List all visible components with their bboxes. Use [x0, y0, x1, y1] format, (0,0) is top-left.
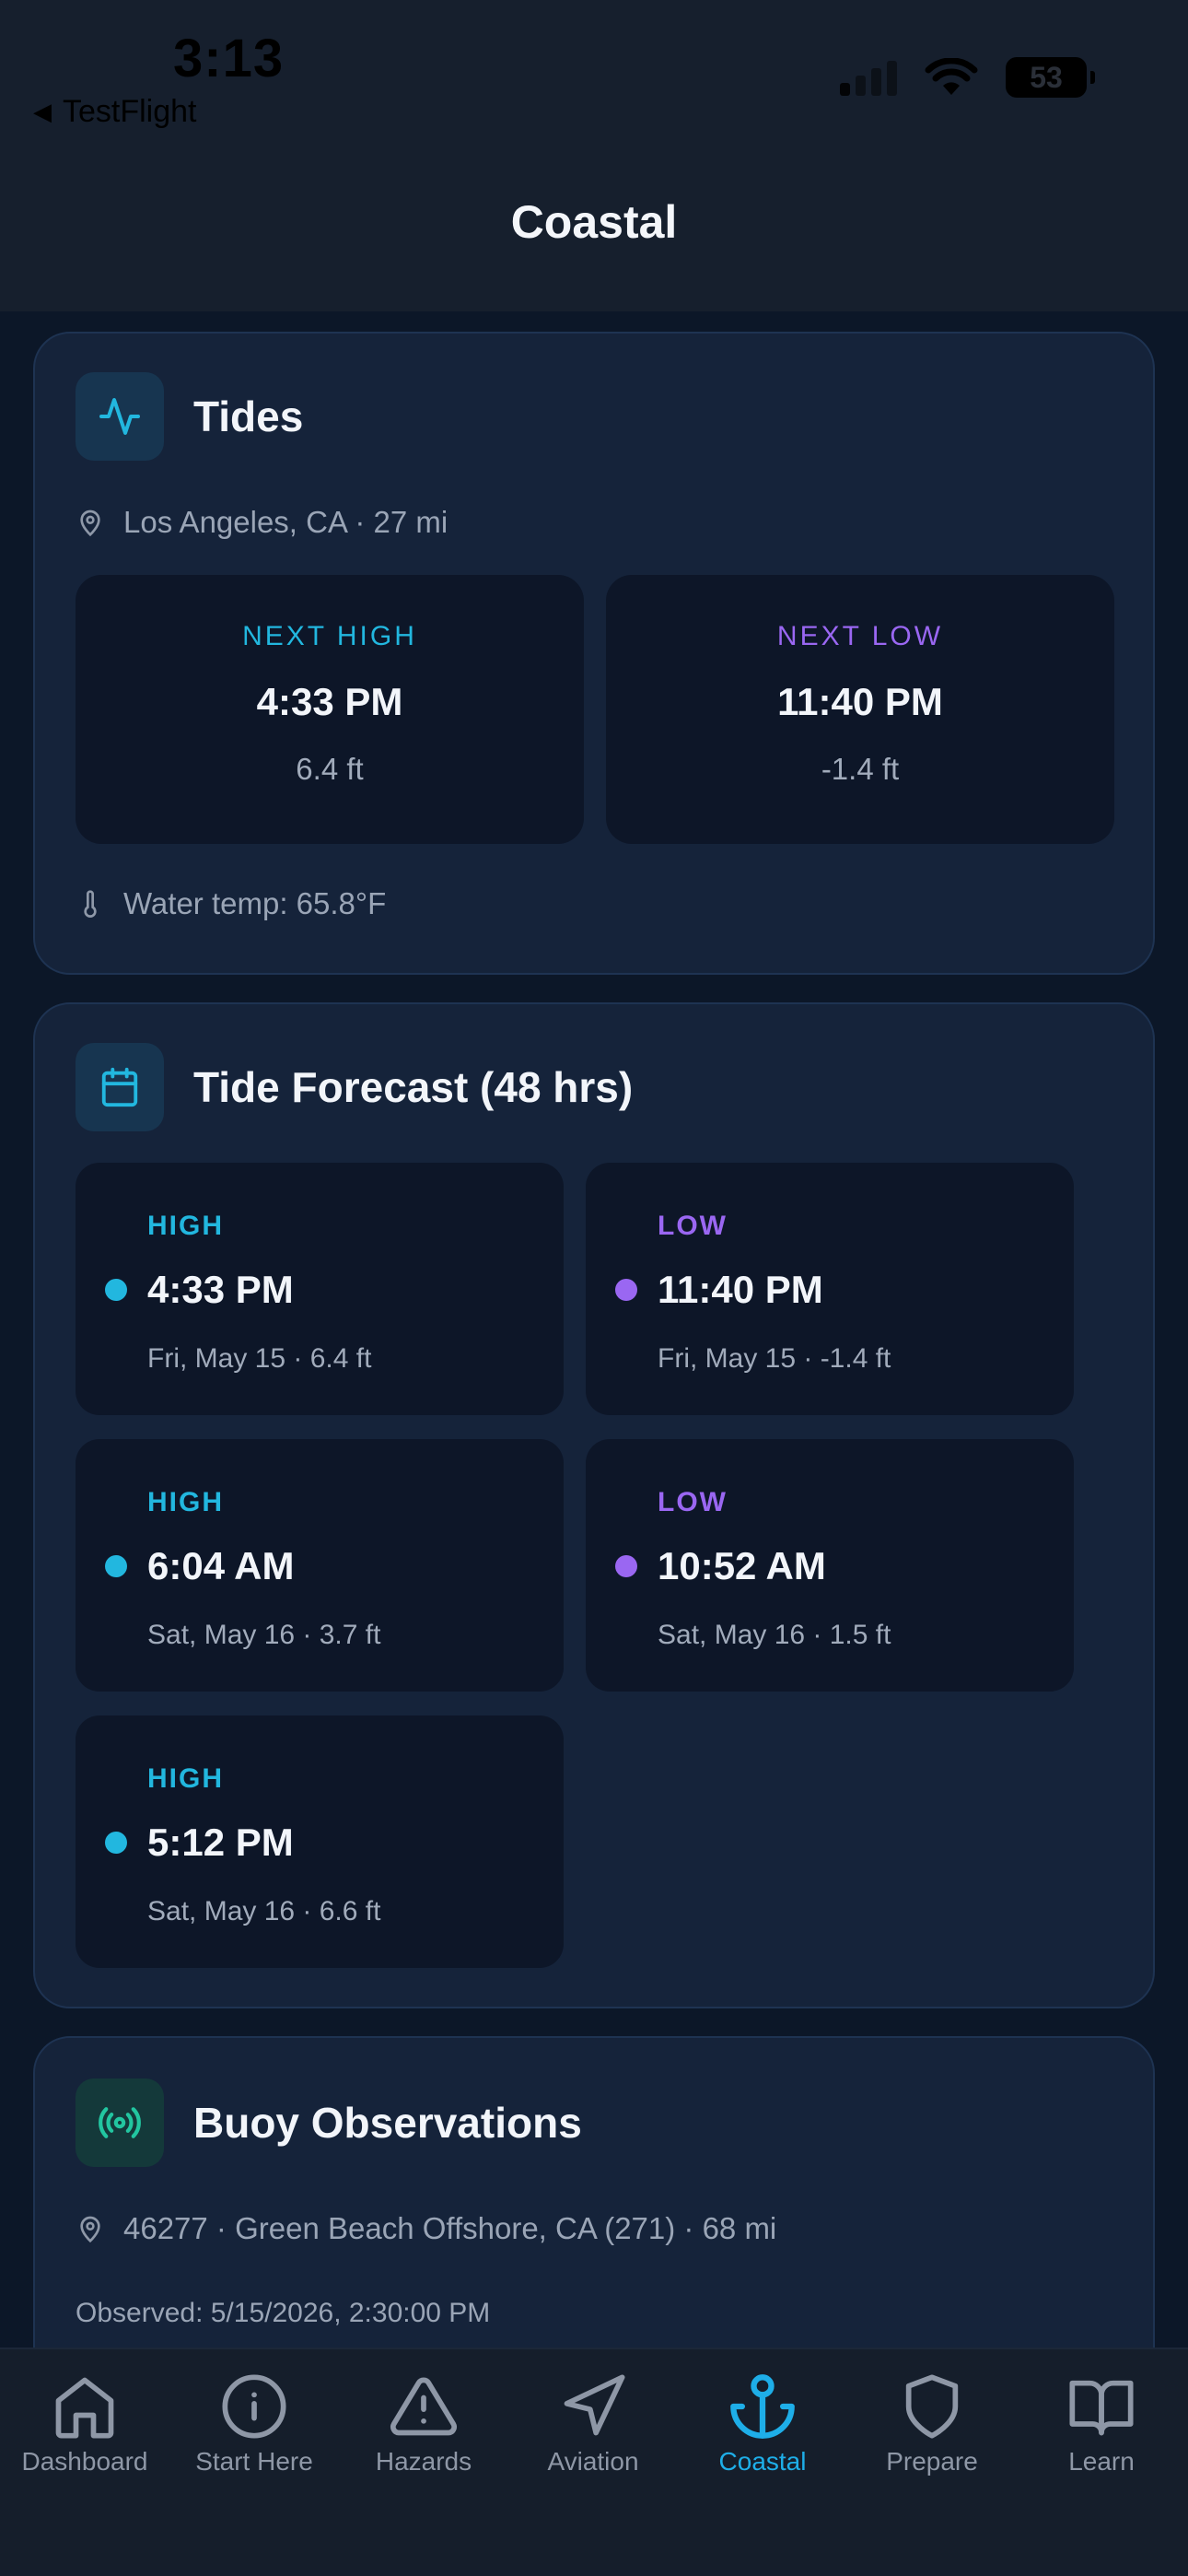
buoy-station-text: 46277 · Green Beach Offshore, CA (271) ·…: [123, 2211, 777, 2245]
status-time: 3:13: [173, 29, 285, 88]
tides-card: Tides Los Angeles, CA · 27 mi NEXT HIGH …: [33, 332, 1155, 975]
info-icon: [222, 2374, 286, 2439]
forecast-detail: Fri, May 15 · -1.4 ft: [658, 1343, 891, 1374]
back-label: TestFlight: [63, 94, 197, 129]
forecast-time: 6:04 AM: [147, 1544, 295, 1587]
page-title: Coastal: [510, 196, 678, 248]
battery-icon: 53: [1006, 57, 1095, 98]
next-low-time: 11:40 PM: [777, 680, 943, 723]
back-to-app-link[interactable]: ◀ TestFlight: [33, 94, 197, 130]
warning-icon: [390, 2377, 457, 2436]
back-triangle-icon: ◀: [33, 98, 52, 125]
tab-label: Coastal: [718, 2447, 807, 2476]
forecast-card-header: Tide Forecast (48 hrs): [76, 1043, 633, 1131]
forecast-title: Tide Forecast (48 hrs): [193, 1063, 634, 1111]
battery-level: 53: [1030, 60, 1063, 94]
buoy-observed: Observed: 5/15/2026, 2:30:00 PM: [76, 2298, 491, 2328]
next-high-label: NEXT HIGH: [242, 621, 417, 651]
water-temp: Water temp: 65.8°F: [76, 886, 386, 921]
tab-label: Aviation: [547, 2447, 639, 2476]
tab-bar: Dashboard Start Here Hazards Aviation Co…: [0, 2348, 1188, 2576]
high-dot-icon: [105, 1832, 127, 1854]
cellular-signal-icon: [840, 59, 897, 96]
forecast-type: LOW: [658, 1211, 728, 1241]
top-bar: 3:13 ◀ TestFlight 53 Coastal: [0, 0, 1188, 311]
tab-start-here[interactable]: Start Here: [169, 2371, 339, 2476]
thermometer-icon: [84, 890, 97, 918]
next-high-height: 6.4 ft: [296, 752, 364, 786]
forecast-detail: Sat, May 16 · 3.7 ft: [147, 1620, 381, 1650]
forecast-time: 11:40 PM: [658, 1268, 823, 1311]
high-dot-icon: [105, 1555, 127, 1577]
tab-label: Learn: [1068, 2447, 1135, 2476]
tab-label: Hazards: [375, 2447, 472, 2476]
next-low-label: NEXT LOW: [776, 621, 944, 651]
tab-label: Dashboard: [21, 2447, 148, 2476]
tides-location-text: Los Angeles, CA · 27 mi: [123, 505, 448, 539]
next-low-height: -1.4 ft: [821, 752, 900, 786]
forecast-detail: Sat, May 16 · 1.5 ft: [658, 1620, 891, 1650]
tab-learn[interactable]: Learn: [1017, 2371, 1186, 2476]
map-pin-icon: [80, 2216, 100, 2243]
forecast-type: HIGH: [147, 1763, 224, 1794]
water-temp-text: Water temp: 65.8°F: [123, 886, 387, 920]
tab-label: Prepare: [886, 2447, 978, 2476]
forecast-time: 4:33 PM: [147, 1268, 294, 1311]
activity-icon: [76, 372, 164, 461]
buoy-card-header: Buoy Observations: [76, 2078, 582, 2167]
next-high-time: 4:33 PM: [256, 680, 403, 723]
shield-icon: [905, 2374, 959, 2439]
next-low-box: NEXT LOW 11:40 PM -1.4 ft: [606, 575, 1114, 844]
wifi-icon: [925, 58, 978, 95]
forecast-time: 5:12 PM: [147, 1821, 294, 1864]
buoy-title: Buoy Observations: [193, 2099, 582, 2147]
tides-title: Tides: [193, 392, 304, 440]
screen: 3:13 ◀ TestFlight 53 Coastal Tides Los A…: [0, 0, 1188, 2576]
low-dot-icon: [615, 1279, 637, 1301]
tab-coastal[interactable]: Coastal: [678, 2371, 847, 2476]
forecast-item: LOW 10:52 AM Sat, May 16 · 1.5 ft: [586, 1439, 1074, 1692]
forecast-detail: Sat, May 16 · 6.6 ft: [147, 1896, 381, 1926]
tides-location: Los Angeles, CA · 27 mi: [76, 505, 448, 540]
forecast-type: LOW: [658, 1487, 728, 1517]
forecast-item: LOW 11:40 PM Fri, May 15 · -1.4 ft: [586, 1163, 1074, 1415]
tab-label: Start Here: [195, 2447, 313, 2476]
forecast-type: HIGH: [147, 1211, 224, 1241]
forecast-detail: Fri, May 15 · 6.4 ft: [147, 1343, 372, 1374]
forecast-time: 10:52 AM: [658, 1544, 826, 1587]
next-high-box: NEXT HIGH 4:33 PM 6.4 ft: [76, 575, 584, 844]
forecast-item: HIGH 6:04 AM Sat, May 16 · 3.7 ft: [76, 1439, 564, 1692]
status-icons: 53: [840, 57, 1095, 98]
tab-hazards[interactable]: Hazards: [339, 2371, 508, 2476]
calendar-icon: [76, 1043, 164, 1131]
tides-card-header: Tides: [76, 372, 303, 461]
navigation-icon: [564, 2374, 625, 2436]
book-icon: [1069, 2380, 1134, 2436]
tab-prepare[interactable]: Prepare: [847, 2371, 1017, 2476]
tide-forecast-card: Tide Forecast (48 hrs) HIGH 4:33 PM Fri,…: [33, 1002, 1155, 2008]
map-pin-icon: [80, 509, 100, 537]
forecast-item: HIGH 5:12 PM Sat, May 16 · 6.6 ft: [76, 1715, 564, 1968]
tab-dashboard[interactable]: Dashboard: [0, 2371, 169, 2476]
forecast-item: HIGH 4:33 PM Fri, May 15 · 6.4 ft: [76, 1163, 564, 1415]
radio-signal-icon: [76, 2078, 164, 2167]
tab-aviation[interactable]: Aviation: [508, 2371, 678, 2476]
high-dot-icon: [105, 1279, 127, 1301]
forecast-type: HIGH: [147, 1487, 224, 1517]
anchor-icon: [730, 2374, 795, 2439]
low-dot-icon: [615, 1555, 637, 1577]
buoy-station: 46277 · Green Beach Offshore, CA (271) ·…: [76, 2211, 776, 2246]
home-icon: [55, 2377, 114, 2439]
